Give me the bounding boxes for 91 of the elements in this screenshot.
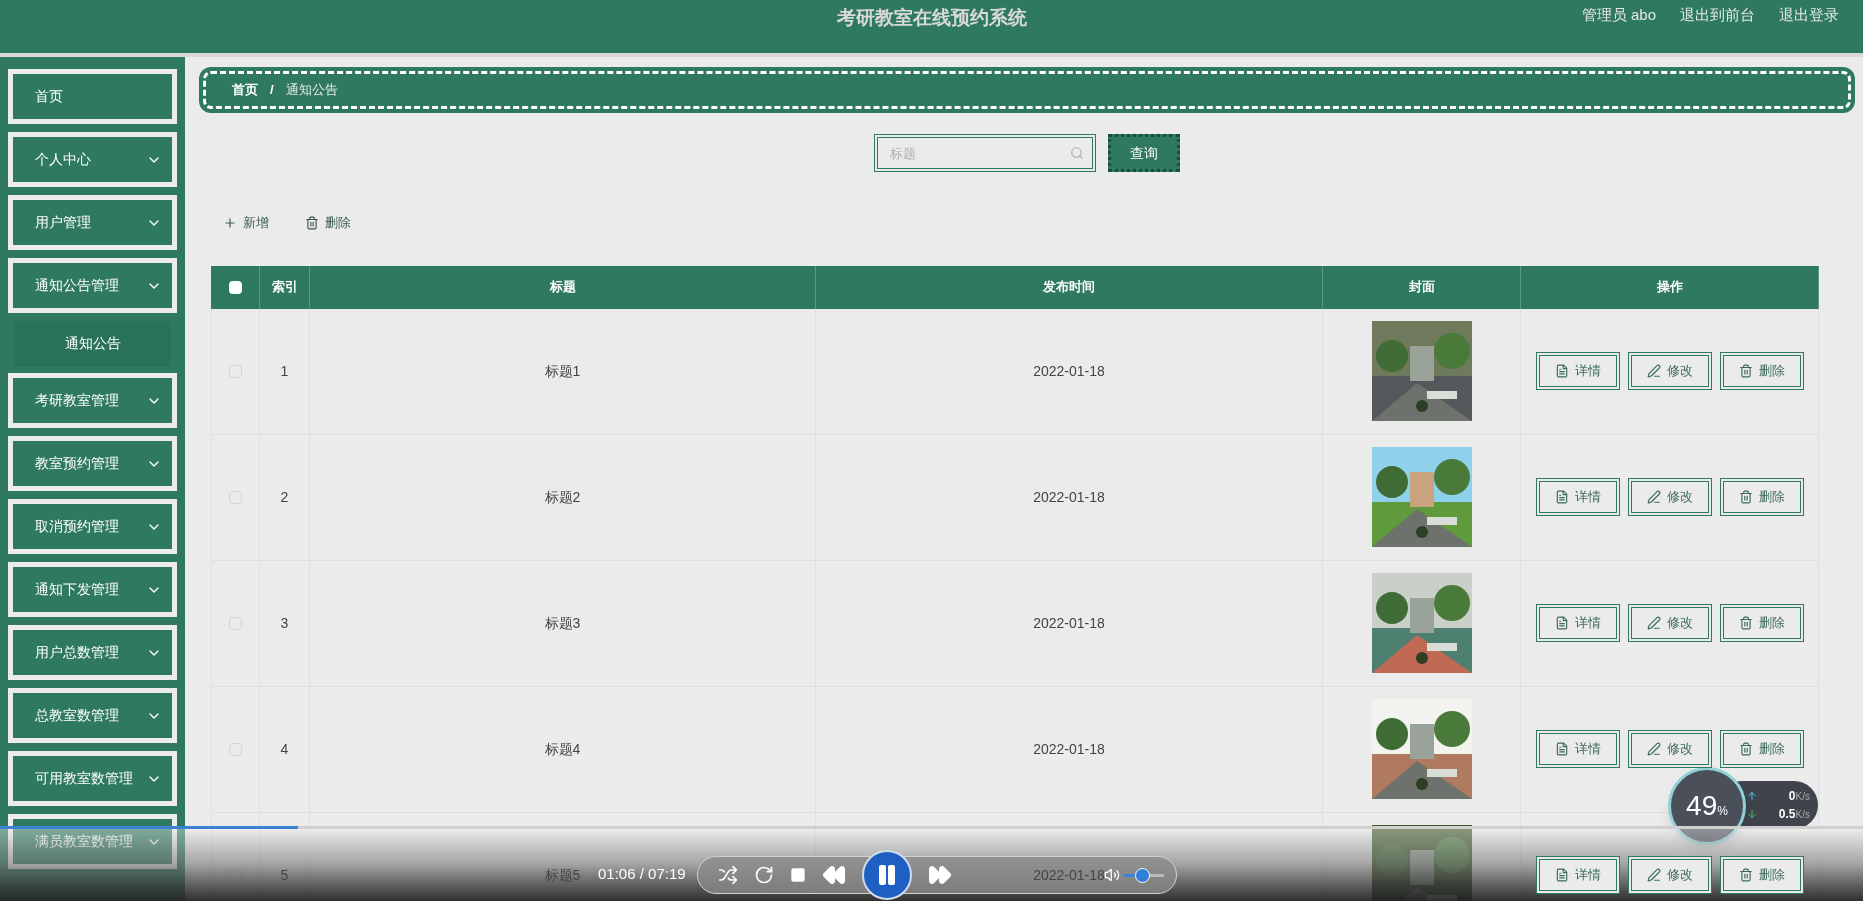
upload-arrow-icon <box>1746 790 1758 802</box>
sidebar-item[interactable]: 考研教室管理 <box>8 373 177 428</box>
column-header: 封面 <box>1323 265 1521 309</box>
trash-icon <box>1738 868 1753 882</box>
trash-icon <box>1738 364 1753 378</box>
sidebar-item[interactable]: 通知公告管理 <box>8 258 177 313</box>
volume-icon[interactable] <box>1104 867 1120 883</box>
submenu-item[interactable]: 通知公告 <box>15 321 170 365</box>
shuffle-icon[interactable] <box>718 865 738 885</box>
search-button[interactable]: 查询 <box>1108 134 1180 172</box>
repeat-icon[interactable] <box>754 865 774 885</box>
stop-icon[interactable] <box>790 867 806 883</box>
sidebar-item[interactable]: 个人中心 <box>8 132 177 187</box>
pen-icon <box>1646 364 1661 378</box>
header-link[interactable]: 退出到前台 <box>1680 4 1755 27</box>
document-icon <box>1554 616 1569 630</box>
trash-icon <box>305 215 319 230</box>
search-icon <box>1070 146 1084 160</box>
pen-icon <box>1646 490 1661 504</box>
user-label: 管理员 abo <box>1581 5 1656 25</box>
pause-button[interactable] <box>862 850 912 900</box>
edit-button[interactable]: 修改 <box>1627 856 1712 894</box>
date-cell-text: 2022-01-18 <box>1033 361 1105 381</box>
column-header: 发布时间 <box>816 265 1323 309</box>
date-cell-text: 2022-01-18 <box>1033 865 1105 885</box>
delete-button[interactable]: 删除 <box>1719 604 1804 642</box>
document-icon <box>1554 490 1569 504</box>
edit-button[interactable]: 修改 <box>1627 604 1712 642</box>
memory-percent: 49% <box>1686 789 1728 823</box>
breadcrumb-separator: / <box>270 81 274 100</box>
sidebar-item[interactable]: 总教室数管理 <box>8 688 177 743</box>
index-cell-text: 5 <box>280 865 289 885</box>
edit-button[interactable]: 修改 <box>1627 730 1712 768</box>
row-checkbox[interactable] <box>229 868 242 882</box>
document-icon <box>1554 364 1569 378</box>
date-cell-text: 2022-01-18 <box>1033 613 1105 633</box>
trash-icon <box>1738 742 1753 756</box>
add-button[interactable]: 新增 <box>219 209 273 237</box>
sidebar-item[interactable]: 用户管理 <box>8 195 177 250</box>
fast-forward-icon[interactable] <box>928 863 952 887</box>
index-cell-text: 3 <box>280 613 289 633</box>
date-cell-text: 2022-01-18 <box>1033 739 1105 759</box>
header-link[interactable]: 退出登录 <box>1779 4 1839 27</box>
document-icon <box>1554 742 1569 756</box>
pen-icon <box>1646 868 1661 882</box>
plus-icon <box>223 215 237 230</box>
select-all-checkbox[interactable] <box>228 280 242 294</box>
breadcrumb-link[interactable]: 首页 <box>232 80 258 100</box>
delete-button[interactable]: 删除 <box>1719 352 1804 390</box>
sidebar-item[interactable]: 可用教室数管理 <box>8 751 177 806</box>
sidebar-item[interactable]: 用户总数管理 <box>8 625 177 680</box>
edit-button[interactable]: 修改 <box>1627 478 1712 516</box>
delete-button[interactable]: 删除 <box>1719 730 1804 768</box>
breadcrumb-link[interactable]: 通知公告 <box>285 80 338 100</box>
rewind-icon[interactable] <box>822 863 846 887</box>
delete-button[interactable]: 删除 <box>301 209 355 237</box>
title-cell-text: 标题1 <box>544 361 581 381</box>
index-cell-text: 2 <box>280 487 289 507</box>
document-icon <box>1554 868 1569 882</box>
sidebar-item[interactable]: 教室预约管理 <box>8 436 177 491</box>
index-cell-text: 4 <box>280 739 289 759</box>
sidebar-item[interactable]: 通知下发管理 <box>8 562 177 617</box>
details-button[interactable]: 详情 <box>1535 478 1620 516</box>
delete-button[interactable]: 删除 <box>1719 478 1804 516</box>
title-cell-text: 标题5 <box>544 865 581 885</box>
download-arrow-icon <box>1746 808 1758 820</box>
sidebar-item[interactable]: 首页 <box>8 69 177 124</box>
pen-icon <box>1646 742 1661 756</box>
volume-slider-thumb[interactable] <box>1135 867 1150 883</box>
title-cell-text: 标题2 <box>544 487 581 507</box>
column-header: 标题 <box>310 265 816 309</box>
date-cell-text: 2022-01-18 <box>1033 487 1105 507</box>
details-button[interactable]: 详情 <box>1535 604 1620 642</box>
index-cell-text: 1 <box>280 361 289 381</box>
delete-button[interactable]: 删除 <box>1719 856 1804 894</box>
playback-time: 01:06 / 07:19 <box>598 865 686 882</box>
column-header: 索引 <box>260 265 310 309</box>
pen-icon <box>1646 616 1661 630</box>
title-cell-text: 标题4 <box>544 739 581 759</box>
site-title: 考研教室在线预约系统 <box>836 6 1027 30</box>
edit-button[interactable]: 修改 <box>1627 352 1712 390</box>
download-speed: 0.5K/s <box>1778 806 1810 823</box>
details-button[interactable]: 详情 <box>1535 730 1620 768</box>
trash-icon <box>1738 616 1753 630</box>
sidebar-item[interactable]: 取消预约管理 <box>8 499 177 554</box>
details-button[interactable]: 详情 <box>1535 856 1620 894</box>
title-cell-text: 标题3 <box>544 613 581 633</box>
details-button[interactable]: 详情 <box>1535 352 1620 390</box>
column-header: 操作 <box>1521 265 1819 309</box>
upload-speed: 0K/s <box>1788 788 1810 805</box>
trash-icon <box>1738 490 1753 504</box>
